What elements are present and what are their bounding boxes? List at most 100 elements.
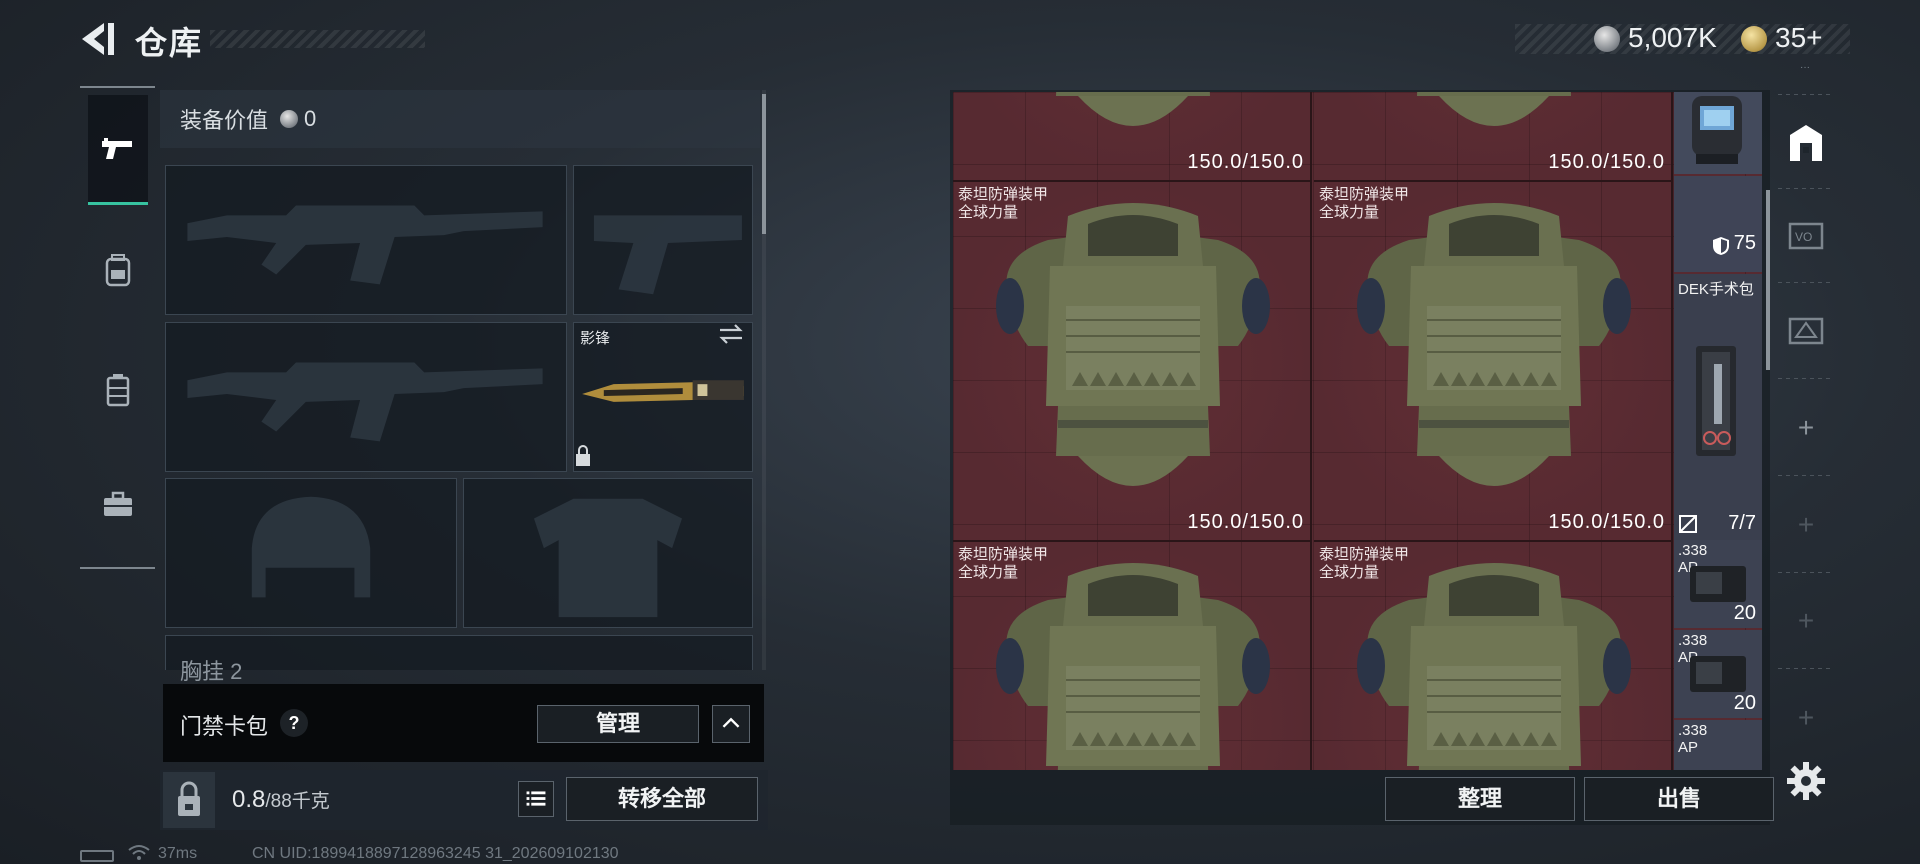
loadout-scroll-thumb[interactable]	[762, 94, 766, 234]
ammo-name: .338 AP	[1678, 722, 1708, 756]
armor-slot[interactable]	[463, 478, 753, 628]
shield-icon	[1713, 237, 1729, 255]
rifle-silhouette-icon	[187, 205, 543, 285]
tab-weapons[interactable]	[88, 95, 148, 205]
stash-item-armor[interactable]: 泰坦防弹装甲 全球力量	[953, 542, 1312, 770]
list-view-button[interactable]	[518, 781, 554, 817]
helmet-armor-value: 75	[1733, 232, 1756, 254]
list-icon	[526, 791, 546, 806]
back-arrow-icon[interactable]	[80, 20, 116, 58]
ammo-count: 20	[1733, 602, 1756, 624]
kg-lock-icon	[178, 781, 200, 816]
stash-tab-3[interactable]	[1778, 303, 1834, 359]
stash-tab-2[interactable]: VO	[1778, 208, 1834, 264]
no-stack-icon	[1679, 515, 1697, 533]
title-decoration	[210, 30, 425, 48]
armor-vest-icon	[995, 202, 1271, 487]
stash-item-helmet-lower[interactable]: 75	[1674, 176, 1762, 272]
stash-item-armor[interactable]: 150.0/150.0	[953, 92, 1312, 182]
vest-silhouette-icon	[534, 498, 682, 618]
sidearm-slot[interactable]	[573, 165, 753, 315]
right-rail-divider	[1778, 94, 1834, 95]
rifle-silhouette-icon	[187, 362, 543, 442]
chevron-up-icon	[722, 717, 740, 728]
armor-name: 泰坦防弹装甲 全球力量	[958, 546, 1049, 581]
secondary-weapon-slot[interactable]	[165, 322, 567, 472]
toolbox-icon	[104, 491, 132, 516]
stash-item-ammo[interactable]: .338 AP	[1674, 720, 1762, 770]
ammo-count: 20	[1733, 692, 1756, 714]
armor-durability: 150.0/150.0	[1187, 151, 1304, 173]
right-rail-divider	[1778, 572, 1834, 573]
help-icon[interactable]: ?	[280, 709, 308, 737]
stash-scroll-thumb[interactable]	[1766, 190, 1770, 370]
stash-item-armor[interactable]: 150.0/150.0	[1314, 92, 1673, 182]
add-stash-tab-button[interactable]: +	[1778, 593, 1834, 649]
pistol-silhouette-icon	[593, 215, 742, 295]
money-value: 5,007K	[1628, 22, 1717, 53]
helmet-slot[interactable]	[165, 478, 457, 628]
stash-item-ammo[interactable]: .338 AP 20	[1674, 540, 1762, 628]
tab-backpack[interactable]	[88, 215, 148, 325]
battery-icon	[80, 850, 114, 862]
gold-value[interactable]: 35+	[1775, 22, 1823, 54]
medkit-uses: 7/7	[1728, 512, 1756, 534]
rail-top-divider	[80, 86, 155, 88]
armor-durability: 150.0/150.0	[1548, 511, 1665, 533]
stash-item-armor[interactable]: 泰坦防弹装甲 全球力量 150.0/150.0	[953, 182, 1312, 542]
silver-coin-icon	[280, 110, 299, 128]
weight-lock-box	[163, 772, 215, 828]
tab-rig[interactable]	[88, 335, 148, 445]
stash-grid: 150.0/150.0 150.0/150.0 泰坦防弹装甲 全球力量 150.…	[953, 92, 1762, 770]
stash-tab-main[interactable]	[1778, 115, 1834, 171]
svg-text:VO: VO	[1795, 230, 1812, 244]
tab-toolbox[interactable]	[88, 450, 148, 560]
stash-item-armor[interactable]: 泰坦防弹装甲 全球力量	[1314, 542, 1673, 770]
armor-name: 泰坦防弹装甲 全球力量	[958, 186, 1049, 221]
equip-value-label: 装备价值	[180, 108, 269, 133]
loadout-panel: 装备价值 0 影锋	[160, 90, 765, 670]
lock-icon	[576, 445, 590, 466]
helmet-icon	[1692, 96, 1742, 164]
medkit-name: DEK手术包	[1678, 281, 1754, 298]
uid-readout: CN UID:1899418897128963245 31_2026091021…	[252, 845, 619, 862]
stash-item-helmet[interactable]	[1674, 92, 1762, 174]
backpack-icon	[105, 254, 131, 287]
wifi-icon	[128, 845, 150, 860]
access-card-label: 门禁卡包	[180, 714, 269, 739]
armor-vest-icon	[1356, 202, 1632, 487]
gold-coin-icon	[1741, 26, 1767, 52]
rig-icon	[106, 374, 130, 407]
stash-item-medkit[interactable]: DEK手术包 7/7	[1674, 274, 1762, 540]
weight-readout: 0.8/88千克	[232, 786, 330, 813]
primary-weapon-slot[interactable]	[165, 165, 567, 315]
melee-slot[interactable]: 影锋	[573, 322, 753, 472]
right-rail-divider	[1778, 282, 1834, 283]
armor-name: 泰坦防弹装甲 全球力量	[1319, 546, 1410, 581]
gear-icon[interactable]	[1785, 760, 1827, 802]
silver-coin-icon	[1594, 26, 1620, 52]
page-title: 仓库	[135, 25, 204, 61]
right-rail-divider	[1778, 475, 1834, 476]
armor-durability: 150.0/150.0	[1548, 151, 1665, 173]
chest-rig-slot[interactable]	[165, 635, 753, 670]
medkit-icon	[1696, 346, 1736, 456]
ping-readout: 37ms	[158, 845, 198, 862]
add-stash-tab-button[interactable]: +	[1778, 690, 1834, 746]
armor-vest-icon	[995, 562, 1271, 770]
armor-vest-icon	[1356, 562, 1632, 770]
collapse-button[interactable]	[712, 705, 750, 743]
add-stash-tab-button[interactable]: +	[1778, 400, 1834, 456]
stash-vault-icon	[1790, 125, 1822, 161]
right-rail-divider	[1778, 668, 1834, 669]
sell-button[interactable]: 出售	[1584, 777, 1774, 821]
sort-button[interactable]: 整理	[1385, 777, 1575, 821]
equip-value-header: 装备价值 0	[160, 90, 760, 148]
stash-item-ammo[interactable]: .338 AP 20	[1674, 630, 1762, 718]
right-rail-divider	[1778, 188, 1834, 189]
currency-more: ···	[1800, 62, 1810, 73]
stash-item-armor[interactable]: 泰坦防弹装甲 全球力量 150.0/150.0	[1314, 182, 1673, 542]
transfer-all-button[interactable]: 转移全部	[566, 777, 758, 821]
add-stash-tab-button[interactable]: +	[1778, 497, 1834, 553]
manage-button[interactable]: 管理	[537, 705, 699, 743]
